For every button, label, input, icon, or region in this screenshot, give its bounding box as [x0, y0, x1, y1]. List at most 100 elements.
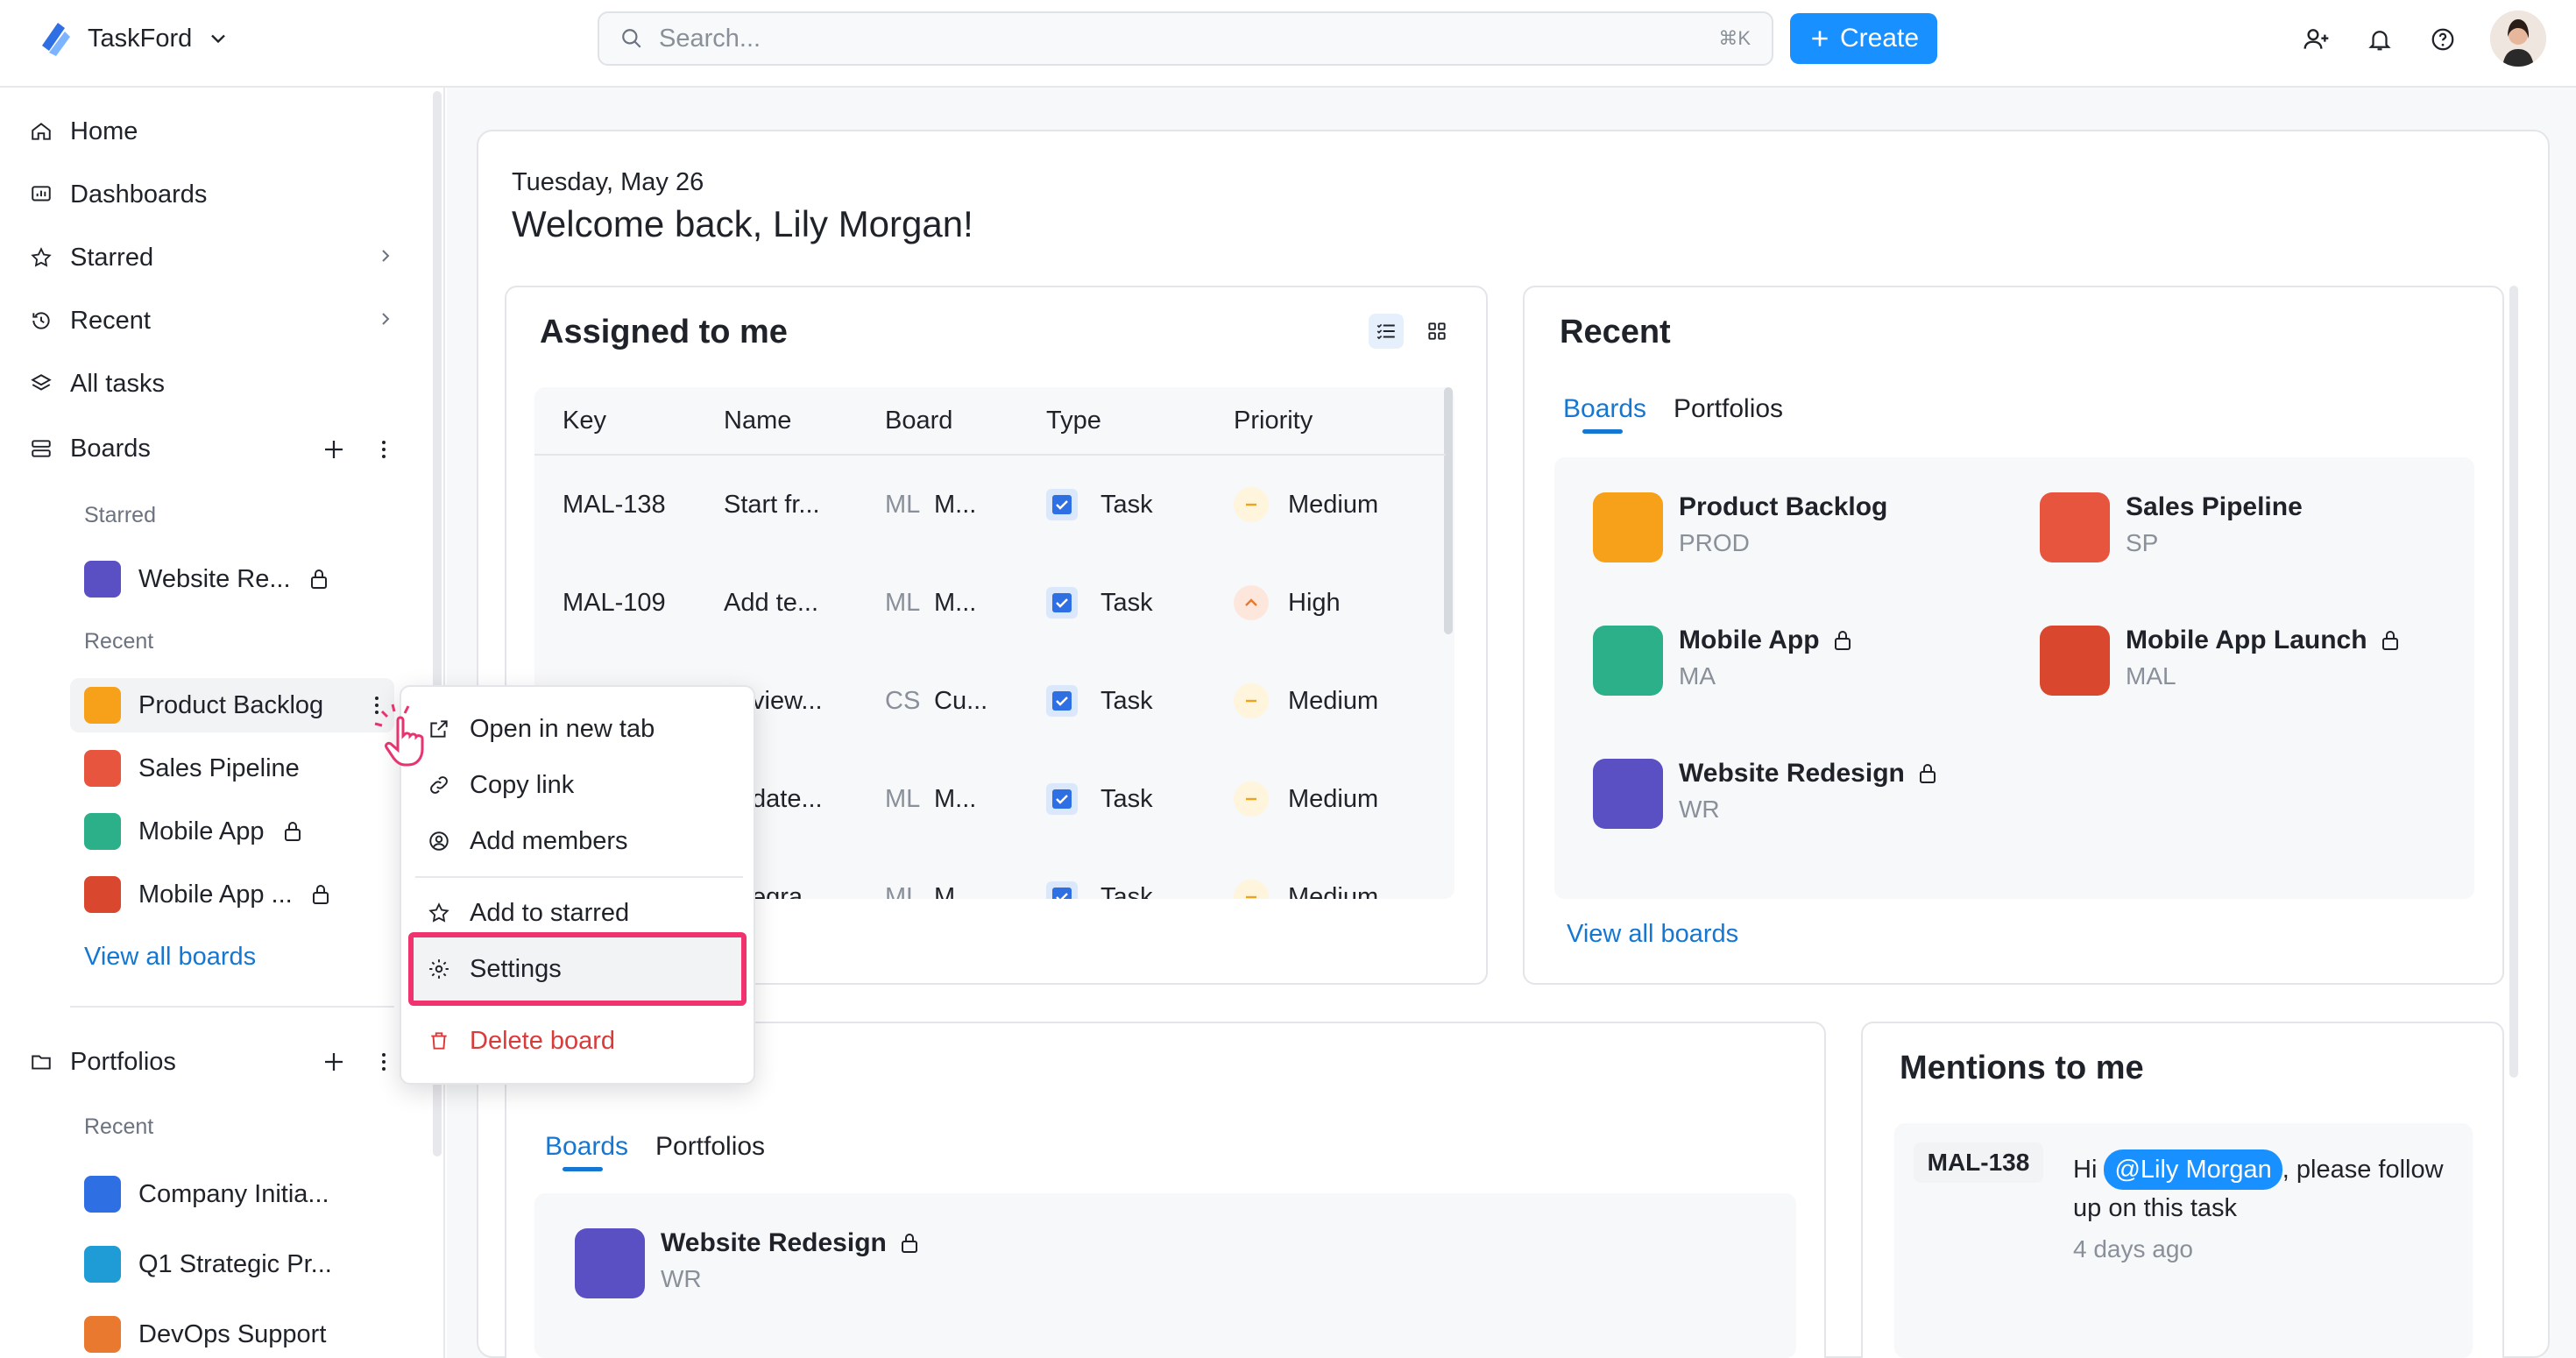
sidebar-item-all-tasks[interactable]: All tasks — [28, 357, 165, 410]
board-icon — [1593, 759, 1663, 829]
starred-tab-boards[interactable]: Boards — [545, 1132, 628, 1162]
sidebar-item-boards[interactable]: Boards — [28, 422, 151, 475]
sidebar-board-mobile-app[interactable]: Mobile App — [70, 804, 394, 859]
recent-board-product-backlog[interactable]: Product Backlog PROD — [1593, 492, 1887, 562]
sidebar-portfolio-q1-strategic[interactable]: Q1 Strategic Pr... — [70, 1237, 394, 1291]
menu-item-open-new-tab[interactable]: Open in new tab — [428, 704, 655, 753]
menu-item-settings[interactable]: Settings — [428, 944, 562, 994]
board-name: Product Backlog — [138, 690, 324, 719]
recent-board-key: PROD — [1679, 529, 1750, 556]
mention-task-key[interactable]: MAL-138 — [1914, 1142, 2043, 1183]
mention-time: 4 days ago — [2073, 1235, 2193, 1263]
recent-board-mobile-app[interactable]: Mobile App MA — [1593, 626, 1853, 696]
sidebar-board-sales-pipeline[interactable]: Sales Pipeline — [70, 741, 394, 796]
main-scrollbar[interactable] — [2509, 286, 2518, 1078]
row-board-code: ML — [885, 883, 921, 899]
recent-board-website-redesign[interactable]: Website Redesign WR — [1593, 759, 1938, 829]
recent-board-mobile-app-launch[interactable]: Mobile App Launch MAL — [2040, 626, 2401, 696]
sidebar-item-recent[interactable]: Recent — [28, 294, 151, 347]
chevron-right-icon[interactable] — [375, 245, 396, 266]
gear-icon — [429, 959, 449, 979]
row-board-code: ML — [885, 589, 921, 617]
recent-board-sales-pipeline[interactable]: Sales Pipeline SP — [2040, 492, 2303, 562]
layers-icon — [28, 371, 54, 397]
sidebar-item-starred[interactable]: Starred — [28, 231, 153, 284]
priority-medium-icon — [1234, 683, 1269, 718]
search-icon — [622, 29, 641, 48]
row-priority: Medium — [1288, 785, 1379, 813]
more-vertical-icon[interactable] — [373, 436, 394, 463]
starred-board-website-redesign[interactable]: Website Redesign WR — [575, 1228, 920, 1298]
menu-item-delete-board[interactable]: Delete board — [428, 1016, 615, 1065]
recent-board-name: Website Redesign — [1679, 759, 1938, 789]
priority-medium-icon — [1234, 782, 1269, 817]
help-icon[interactable] — [2425, 22, 2460, 57]
recent-tab-boards[interactable]: Boards — [1563, 394, 1646, 424]
recent-view-all-boards-link[interactable]: View all boards — [1567, 920, 1738, 949]
recent-board-name: Mobile App — [1679, 626, 1853, 655]
recent-board-key: WR — [1679, 796, 1720, 823]
grid-view-icon[interactable] — [1419, 314, 1454, 349]
notifications-bell-icon[interactable] — [2362, 22, 2397, 57]
sidebar-board-product-backlog[interactable]: Product Backlog — [70, 678, 394, 732]
sidebar-portfolio-devops-support[interactable]: DevOps Support — [70, 1307, 394, 1358]
task-checkbox-icon — [1046, 587, 1078, 619]
board-icon — [1593, 626, 1663, 696]
home-icon — [28, 118, 54, 145]
sidebar-portfolio-company-initiatives[interactable]: Company Initia... — [70, 1167, 394, 1221]
add-portfolio-plus-icon[interactable] — [321, 1049, 347, 1075]
trash-icon — [431, 1032, 447, 1050]
recent-board-name: Mobile App Launch — [2126, 626, 2401, 655]
add-board-plus-icon[interactable] — [321, 436, 347, 463]
row-board-code: ML — [885, 785, 921, 813]
list-view-icon[interactable] — [1369, 314, 1404, 349]
view-all-boards-link[interactable]: View all boards — [84, 943, 256, 972]
col-board[interactable]: Board — [885, 407, 952, 435]
col-priority[interactable]: Priority — [1234, 407, 1313, 435]
row-board: Cu... — [934, 687, 988, 715]
more-vertical-icon[interactable] — [373, 1049, 394, 1075]
mention-text: Hi @Lily Morgan, please follow up on this… — [2073, 1149, 2476, 1227]
portfolio-icon — [84, 1176, 121, 1213]
link-icon — [430, 776, 448, 794]
row-board-code: CS — [885, 687, 921, 715]
lock-icon — [310, 569, 327, 589]
workspace-switcher[interactable]: TaskFord — [35, 19, 230, 58]
menu-item-add-members[interactable]: Add members — [428, 817, 628, 866]
starred-tab-portfolios[interactable]: Portfolios — [655, 1132, 765, 1162]
board-icon — [84, 750, 121, 787]
col-name[interactable]: Name — [724, 407, 791, 435]
sidebar-item-dashboards[interactable]: Dashboards — [28, 168, 207, 221]
sidebar-item-label: Recent — [70, 306, 151, 335]
sidebar-section-portfolios-recent: Recent — [84, 1114, 154, 1139]
task-checkbox-icon — [1046, 489, 1078, 520]
col-key[interactable]: Key — [563, 407, 606, 435]
create-button[interactable]: Create — [1790, 13, 1937, 64]
star-icon — [28, 244, 54, 271]
table-scrollbar[interactable] — [1444, 387, 1453, 634]
chevron-right-icon[interactable] — [375, 308, 396, 329]
create-label: Create — [1839, 24, 1920, 53]
recent-board-name: Product Backlog — [1679, 492, 1888, 521]
invite-user-icon[interactable] — [2299, 22, 2334, 57]
user-avatar[interactable] — [2490, 11, 2546, 67]
recent-board-key: MAL — [2126, 662, 2176, 690]
sidebar-board-mobile-app-launch[interactable]: Mobile App ... — [70, 867, 394, 922]
lock-icon — [1919, 764, 1936, 783]
row-key: MAL-138 — [563, 491, 666, 519]
mention-user-tag[interactable]: @Lily Morgan — [2104, 1149, 2282, 1190]
sidebar-item-portfolios[interactable]: Portfolios — [28, 1036, 176, 1088]
sidebar-board-website-redesign[interactable]: Website Re... — [70, 552, 394, 606]
row-priority: Medium — [1288, 687, 1379, 715]
portfolio-name: Company Initia... — [138, 1179, 329, 1208]
sidebar-item-home[interactable]: Home — [28, 105, 138, 158]
menu-item-copy-link[interactable]: Copy link — [428, 760, 574, 810]
search-input[interactable]: Search... ⌘K — [598, 11, 1773, 66]
recent-tab-portfolios[interactable]: Portfolios — [1674, 394, 1783, 424]
menu-item-add-to-starred[interactable]: Add to starred — [428, 888, 629, 937]
history-icon — [28, 308, 54, 334]
col-type[interactable]: Type — [1046, 407, 1101, 435]
row-board-code: ML — [885, 491, 921, 519]
row-name: Add te... — [724, 589, 819, 617]
row-name: view... — [752, 687, 823, 715]
